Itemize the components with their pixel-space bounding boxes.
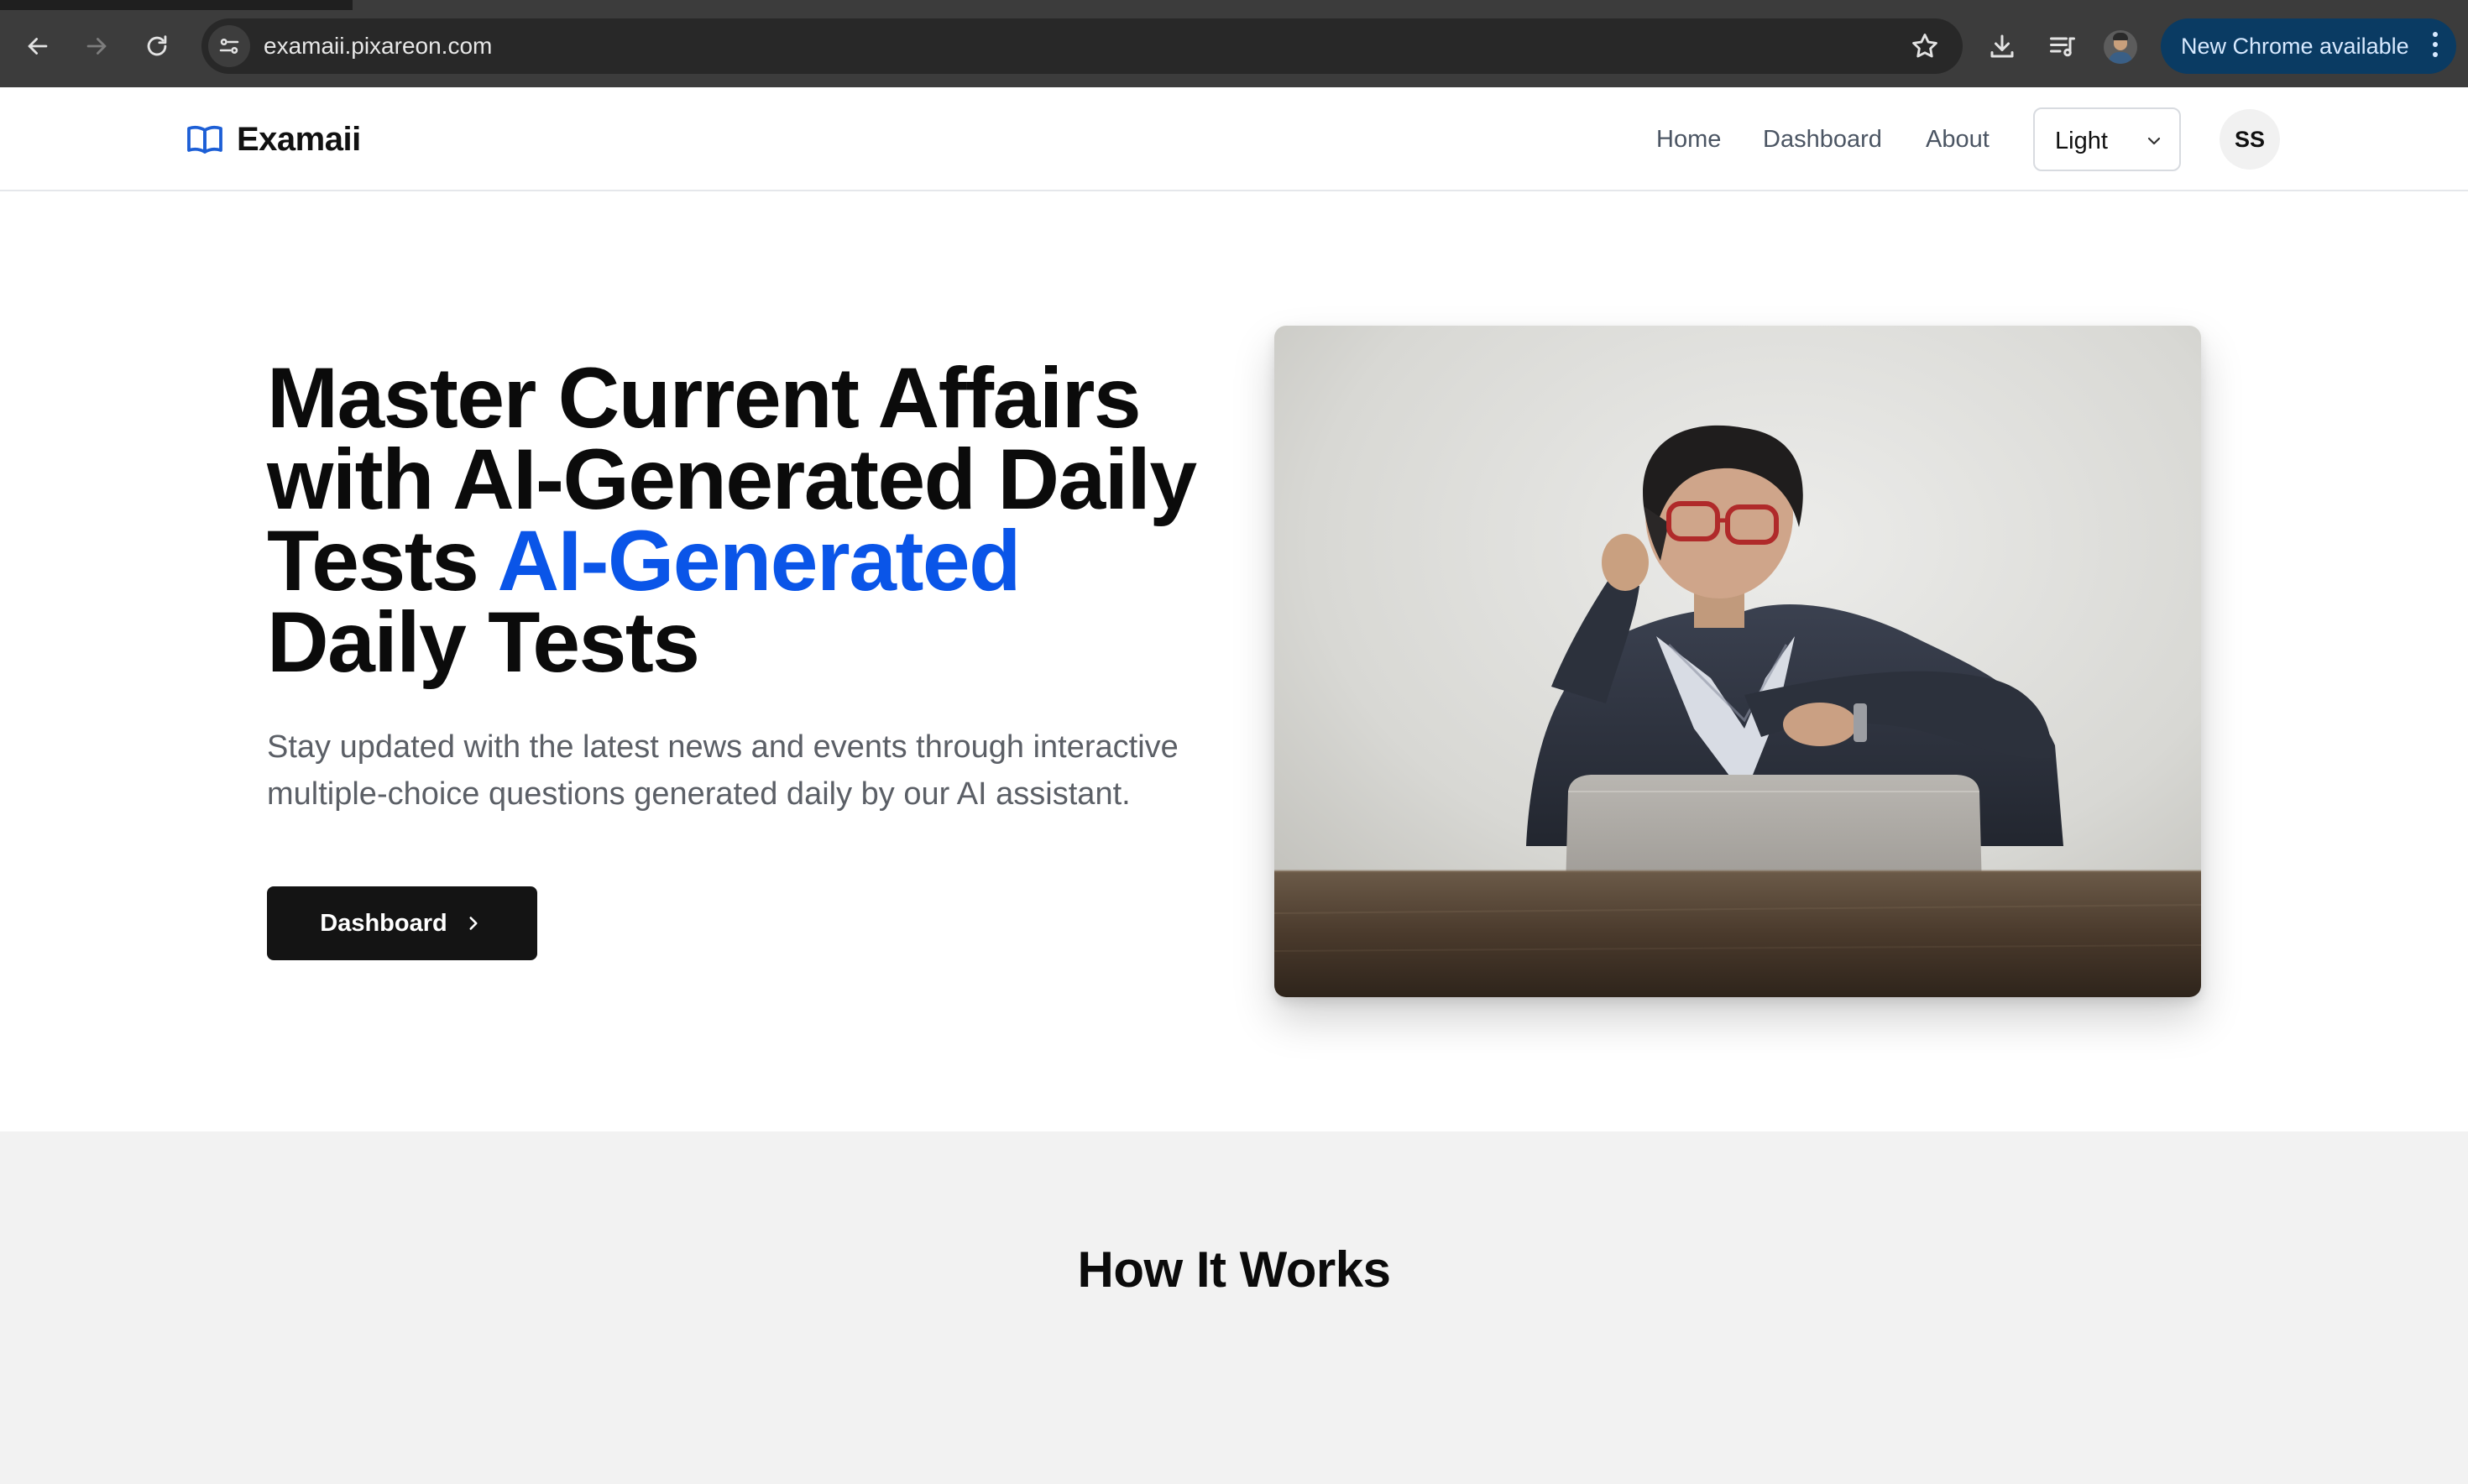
dashboard-button[interactable]: Dashboard [267, 886, 537, 960]
tune-icon [219, 39, 239, 55]
download-icon [1990, 34, 2014, 58]
forward-button[interactable] [76, 25, 118, 67]
back-button[interactable] [17, 25, 59, 67]
star-icon[interactable] [1909, 30, 1941, 62]
kebab-menu-icon[interactable] [2431, 32, 2439, 60]
brand-logo[interactable]: Examaii [185, 116, 361, 163]
hero-title: Master Current Affairs with AI-Generated… [267, 355, 1241, 685]
media-queue-icon [2050, 37, 2075, 57]
nav-about[interactable]: About [1926, 124, 1990, 154]
theme-select-value: Light [2055, 128, 2108, 154]
arrow-right-icon [86, 38, 107, 55]
profile-avatar[interactable] [2104, 30, 2137, 64]
chevron-right-icon [469, 917, 478, 930]
nav-home[interactable]: Home [1656, 124, 1721, 154]
update-label: New Chrome available [2181, 34, 2409, 59]
reload-icon [147, 35, 167, 56]
new-chrome-available-button[interactable]: New Chrome available [2161, 18, 2456, 74]
address-bar[interactable]: examaii.pixareon.com [201, 18, 1963, 74]
site-info-button[interactable] [208, 25, 250, 67]
theme-select[interactable]: Light [2033, 107, 2181, 171]
dashboard-button-label: Dashboard [320, 909, 447, 937]
user-avatar[interactable]: SS [2220, 109, 2280, 170]
tab-strip-fill [554, 0, 2468, 10]
downloads-button[interactable] [1981, 25, 2023, 67]
how-it-works-section: How It Works [0, 1131, 2468, 1484]
browser-toolbar: examaii.pixareon.com New Chrome availabl… [0, 0, 2468, 87]
reload-button[interactable] [136, 25, 178, 67]
hero-photo [1274, 326, 2201, 997]
brand-name: Examaii [237, 120, 361, 158]
open-book-icon [187, 125, 222, 154]
media-button[interactable] [2042, 25, 2084, 67]
hero-subtitle: Stay updated with the latest news and ev… [267, 729, 1179, 812]
arrow-left-icon [28, 38, 48, 55]
url-text[interactable]: examaii.pixareon.com [264, 32, 492, 60]
active-tab-edge [353, 0, 554, 10]
hero-title-tail: Daily Tests [267, 594, 700, 690]
how-it-works-title: How It Works [1077, 1241, 1391, 1298]
tab-strip [0, 0, 2468, 10]
nav-dashboard[interactable]: Dashboard [1763, 124, 1882, 154]
chevron-down-icon [2147, 137, 2161, 145]
site-header: Examaii Home Dashboard About Light SS [0, 87, 2468, 191]
